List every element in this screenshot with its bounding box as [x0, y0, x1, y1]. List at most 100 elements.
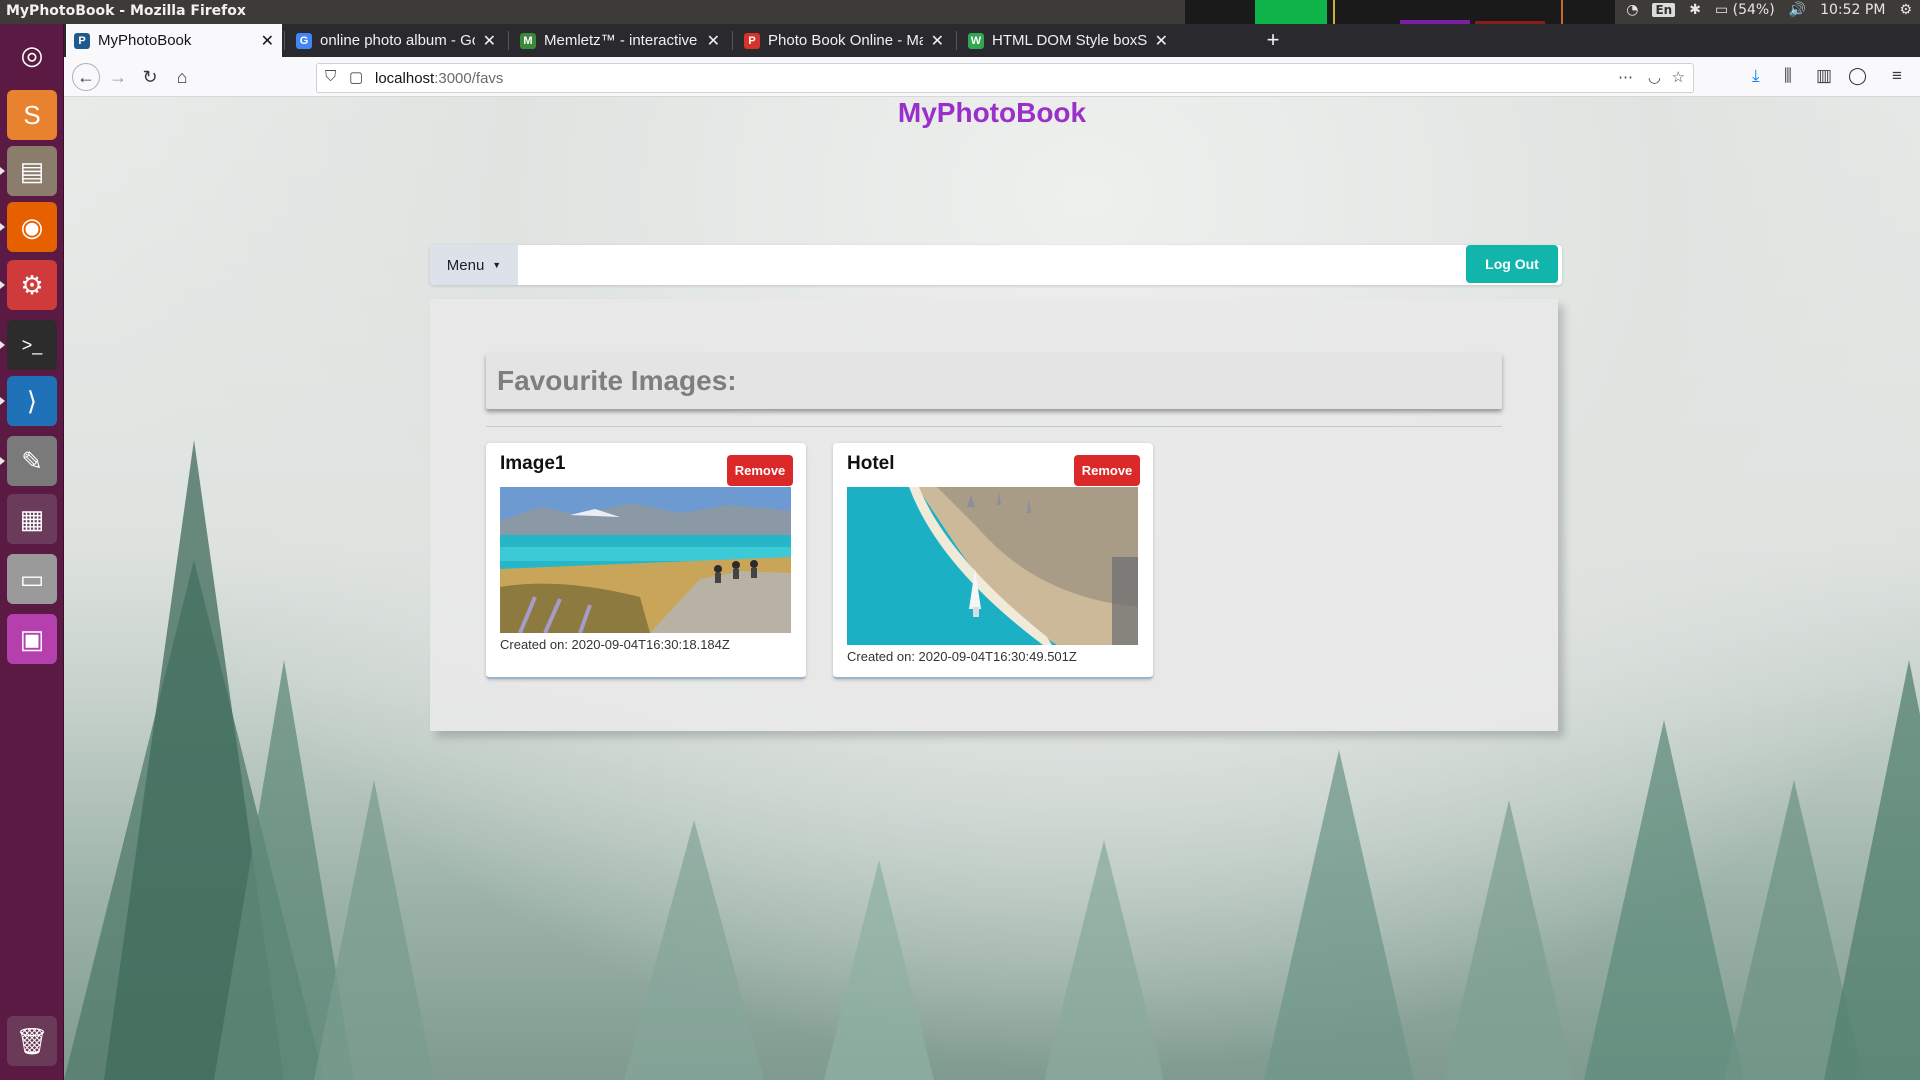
- tab-strip: P MyPhotoBook ✕ Gonline photo album - Go ✕ M M…: [64, 24, 1920, 57]
- trash-icon[interactable]: 🗑: [7, 1016, 57, 1066]
- running-app-indicator: [0, 397, 5, 405]
- running-app-indicator: [0, 281, 5, 289]
- card-created-date: Created on: 2020-09-04T16:30:18.184Z: [500, 637, 730, 652]
- dubai-coast-photo[interactable]: [847, 487, 1138, 645]
- account-icon[interactable]: ◯: [1848, 66, 1867, 86]
- pine-tree-silhouette: [1584, 720, 1744, 1080]
- battery-icon: ▭: [1714, 2, 1729, 18]
- bluetooth-icon[interactable]: ✱: [1689, 2, 1701, 18]
- tracking-protection-shield-icon[interactable]: ⛉: [325, 68, 336, 85]
- section-title: Favourite Images:: [497, 365, 737, 396]
- wifi-icon[interactable]: ◔: [1626, 2, 1638, 18]
- close-tab-icon[interactable]: ✕: [483, 31, 496, 51]
- home-icon: ⌂: [176, 66, 188, 87]
- tab-label: MyPhotoBook: [98, 32, 192, 49]
- navigation-toolbar: ← → ↻ ⌂ ⛉ ▢ localhost:3000/favs ⋯ ◡ ☆ ⤓ …: [64, 57, 1920, 97]
- menu-dropdown-button[interactable]: Menu ▼: [430, 245, 518, 285]
- image-card: Hotel Remove Created on: 2020-09-04T16:3…: [833, 443, 1153, 679]
- sidebar-icon[interactable]: ▥: [1816, 66, 1832, 86]
- top-menu-bar: Menu ▼ Log Out: [430, 245, 1562, 285]
- firefox-icon[interactable]: ◉: [7, 202, 57, 252]
- pine-tree-silhouette: [624, 820, 764, 1080]
- vscode-icon[interactable]: ⟩: [7, 376, 57, 426]
- drive-icon[interactable]: ▭: [7, 554, 57, 604]
- pine-tree-silhouette: [1444, 800, 1574, 1080]
- tab-separator: [732, 31, 733, 50]
- running-app-indicator: [0, 341, 5, 349]
- tab-label: online photo album - Go: [320, 32, 475, 49]
- system-monitor-graph: [1185, 0, 1615, 24]
- workspace-switcher-icon[interactable]: ▦: [7, 494, 57, 544]
- browser-tab[interactable]: Gonline photo album - Go ✕: [288, 24, 504, 57]
- system-settings-icon[interactable]: ⚙: [7, 260, 57, 310]
- tab-favicon-icon: G: [296, 32, 312, 49]
- library-icon[interactable]: ⫼: [1784, 66, 1792, 86]
- system-tray: ◔ En ✱ ▭ (54%) 🔊 10:52 PM ⚙: [1626, 2, 1912, 18]
- web-page: MyPhotoBook Menu ▼ Log Out Favourite Ima…: [64, 97, 1920, 1080]
- pine-tree-silhouette: [824, 860, 934, 1080]
- tab-label: HTML DOM Style boxSh: [992, 32, 1147, 49]
- files-icon[interactable]: ▤: [7, 146, 57, 196]
- bookmark-star-icon[interactable]: ☆: [1672, 68, 1685, 86]
- new-tab-button[interactable]: +: [1259, 27, 1287, 53]
- power-settings-icon[interactable]: ⚙: [1899, 2, 1912, 18]
- tab-favicon-icon: P: [74, 32, 90, 49]
- keyboard-layout-indicator[interactable]: En: [1652, 3, 1676, 17]
- terminal-icon[interactable]: >_: [7, 320, 57, 370]
- top-panel: MyPhotoBook - Mozilla Firefox ◔ En ✱ ▭ (…: [0, 0, 1920, 24]
- running-app-indicator: [0, 167, 5, 175]
- card-created-date: Created on: 2020-09-04T16:30:49.501Z: [847, 649, 1077, 664]
- close-tab-icon[interactable]: ✕: [931, 31, 944, 51]
- running-app-indicator: [0, 457, 5, 465]
- pine-tree-silhouette: [1044, 840, 1164, 1080]
- pine-tree-silhouette: [1264, 750, 1414, 1080]
- close-tab-icon[interactable]: ✕: [1155, 31, 1168, 51]
- hamburger-menu-icon[interactable]: ≡: [1892, 66, 1902, 86]
- url-text[interactable]: localhost:3000/favs: [375, 70, 503, 87]
- window-title: MyPhotoBook - Mozilla Firefox: [6, 3, 246, 19]
- arrow-left-icon: ←: [77, 66, 95, 87]
- tab-favicon-icon: M: [520, 32, 536, 49]
- arrow-right-icon: →: [109, 66, 127, 87]
- browser-tab[interactable]: P MyPhotoBook ✕: [66, 24, 282, 57]
- url-bar[interactable]: ⛉ ▢ localhost:3000/favs ⋯ ◡ ☆: [316, 63, 1694, 93]
- home-button[interactable]: ⌂: [168, 63, 196, 91]
- clock[interactable]: 10:52 PM: [1820, 2, 1885, 18]
- browser-tab[interactable]: M Memletz™ - interactive c ✕: [512, 24, 728, 57]
- text-editor-icon[interactable]: ✎: [7, 436, 57, 486]
- ubuntu-dash-icon[interactable]: ◎: [7, 30, 57, 80]
- pocket-icon[interactable]: ◡: [1648, 68, 1661, 86]
- divider: [486, 426, 1502, 427]
- lake-bike-photo[interactable]: [500, 487, 791, 633]
- tab-separator: [956, 31, 957, 50]
- remove-button[interactable]: Remove: [1074, 455, 1140, 486]
- close-tab-icon[interactable]: ✕: [261, 31, 274, 51]
- reload-icon: ↻: [142, 66, 158, 87]
- logout-button[interactable]: Log Out: [1466, 245, 1558, 283]
- back-button[interactable]: ←: [72, 63, 100, 91]
- browser-tab[interactable]: P Photo Book Online - Ma ✕: [736, 24, 952, 57]
- app-window-icon[interactable]: ▣: [7, 614, 57, 664]
- battery-percent: (54%): [1732, 2, 1775, 18]
- sublime-text-icon[interactable]: S: [7, 90, 57, 140]
- image-card: Image1 Remove Created on: 2020-09-04T16:…: [486, 443, 806, 679]
- volume-icon[interactable]: 🔊: [1789, 2, 1806, 18]
- tab-favicon-icon: W: [968, 32, 984, 49]
- page-actions-icon[interactable]: ⋯: [1618, 68, 1633, 86]
- caret-down-icon: ▼: [492, 260, 502, 270]
- downloads-icon[interactable]: ⤓: [1752, 66, 1760, 86]
- tab-label: Photo Book Online - Ma: [768, 32, 923, 49]
- card-title: Image1: [500, 453, 566, 474]
- browser-tab[interactable]: W HTML DOM Style boxSh ✕: [960, 24, 1176, 57]
- close-tab-icon[interactable]: ✕: [707, 31, 720, 51]
- battery-indicator[interactable]: ▭ (54%): [1715, 2, 1775, 18]
- favourites-panel: Favourite Images: Image1 Remove Created …: [430, 299, 1558, 731]
- reload-button[interactable]: ↻: [136, 63, 164, 91]
- remove-button[interactable]: Remove: [727, 455, 793, 486]
- site-brand-title[interactable]: MyPhotoBook: [64, 97, 1920, 129]
- page-info-icon[interactable]: ▢: [349, 68, 363, 86]
- running-app-indicator: [0, 223, 5, 231]
- forward-button[interactable]: →: [104, 63, 132, 91]
- tab-separator: [508, 31, 509, 50]
- section-header: Favourite Images:: [486, 353, 1502, 409]
